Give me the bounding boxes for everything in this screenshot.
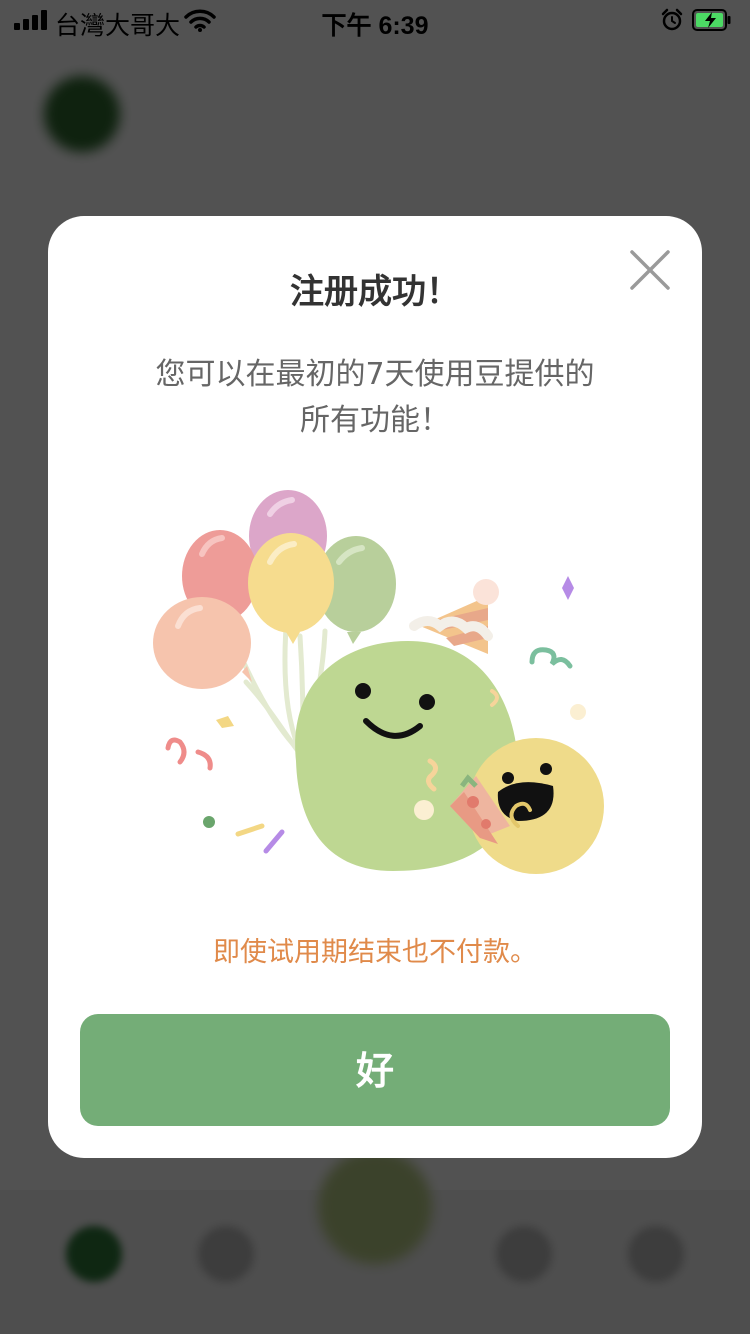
dialog-message-line: 所有功能！ (300, 403, 450, 438)
alarm-icon (661, 8, 683, 31)
celebration-balloons-illustration (153, 490, 604, 874)
status-time: 下午 6:39 (321, 12, 429, 40)
battery-charging-icon (692, 9, 731, 31)
dialog-title: 注册成功！ (290, 272, 460, 312)
status-bar: 台灣大哥大 下午 6:39 (0, 0, 750, 40)
dialog-message: 您可以在最初的7天使用豆提供的 所有功能！ (108, 352, 642, 444)
trial-note: 即使试用期结束也不付款。 (213, 937, 537, 968)
ok-button[interactable]: 好 (80, 1014, 670, 1126)
registration-success-dialog: 注册成功！ 您可以在最初的7天使用豆提供的 所有功能！ 即使试用期结束也不付款。… (48, 216, 702, 1158)
dialog-message-line: 您可以在最初的7天使用豆提供的 (155, 357, 595, 392)
